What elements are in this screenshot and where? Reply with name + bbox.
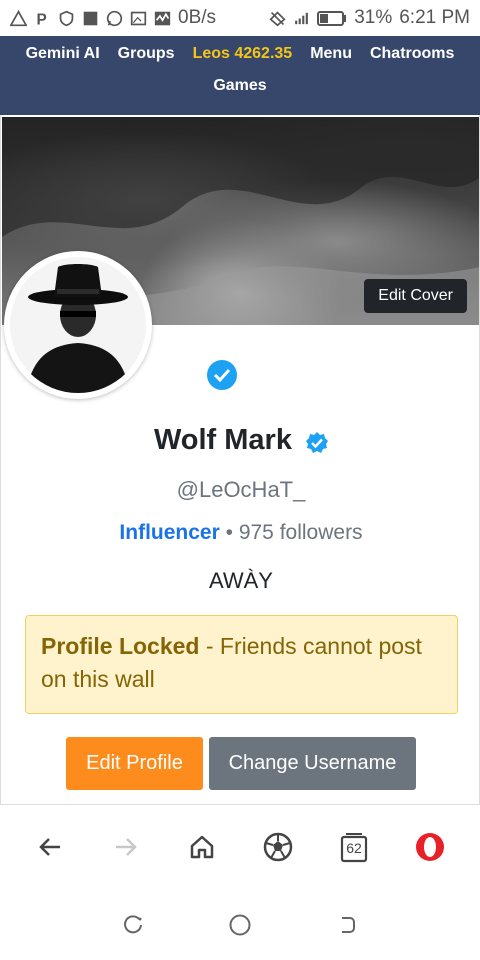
site-nav: Gemini AI Groups Leos 4262.35 Menu Chatr… [0,36,480,115]
avatar-image [10,257,146,393]
back-icon[interactable] [332,910,362,940]
display-name-text: Wolf Mark [153,423,292,456]
back-arrow-icon[interactable] [30,827,70,867]
gallery-icon [130,10,147,27]
change-username-button[interactable]: Change Username [209,737,416,790]
avatar[interactable] [4,251,152,399]
nav-link-leos-balance[interactable]: Leos 4262.35 [184,40,302,68]
shield-icon [58,10,75,27]
soccer-ball-icon[interactable] [258,827,298,867]
role-label[interactable]: Influencer [119,521,219,544]
wifi-off-icon [269,10,286,27]
status-bar-right: 31% 6:21 PM [269,7,470,29]
signal-icon [293,10,310,27]
profile-card: Edit Cover Wolf Mark @LeOcHaT_ Influence… [0,115,480,805]
status-bar-left: P 0B/s [10,7,269,29]
status-text: AWÀY [209,568,273,593]
recent-apps-icon[interactable] [118,910,148,940]
data-speed-text: 0B/s [178,7,217,28]
verified-check-icon [306,429,329,454]
profile-locked-alert: Profile Locked - Friends cannot post on … [25,615,458,714]
nav-row-2: Games [0,72,480,100]
nav-link-groups[interactable]: Groups [109,40,184,68]
battery-percent-text: 31% [354,7,393,28]
svg-text:P: P [37,11,47,27]
status-bar: P 0B/s 31% 6:21 PM [0,0,480,36]
tabs-button[interactable]: 62 [334,827,374,867]
whatsapp-icon [106,10,123,27]
opera-icon[interactable] [410,827,450,867]
home-icon[interactable] [182,827,222,867]
square-icon [82,10,99,27]
edit-cover-button[interactable]: Edit Cover [364,279,467,313]
meta-separator: • [225,521,233,544]
activity-icon [154,10,171,27]
alert-title: Profile Locked [41,633,200,659]
nav-link-gemini-ai[interactable]: Gemini AI [17,40,109,68]
profile-meta: Influencer • 975 followers [1,521,479,545]
username: @LeOcHaT_ [176,477,306,502]
home-circle-icon[interactable] [225,910,255,940]
display-name: Wolf Mark [1,423,479,457]
battery-icon [317,10,347,27]
system-nav-bar [0,889,480,960]
nav-link-chatrooms[interactable]: Chatrooms [361,40,463,68]
forward-arrow-icon[interactable] [106,827,146,867]
followers-count[interactable]: 975 followers [239,521,363,544]
nav-link-games[interactable]: Games [204,72,275,100]
tabs-count: 62 [346,840,362,856]
edit-profile-button[interactable]: Edit Profile [66,737,203,790]
browser-toolbar: 62 [0,805,480,889]
verified-badge-icon [207,360,237,390]
nav-link-menu[interactable]: Menu [301,40,361,68]
alert-triangle-icon [10,9,27,27]
p-icon: P [34,10,51,27]
clock-text: 6:21 PM [399,7,470,28]
